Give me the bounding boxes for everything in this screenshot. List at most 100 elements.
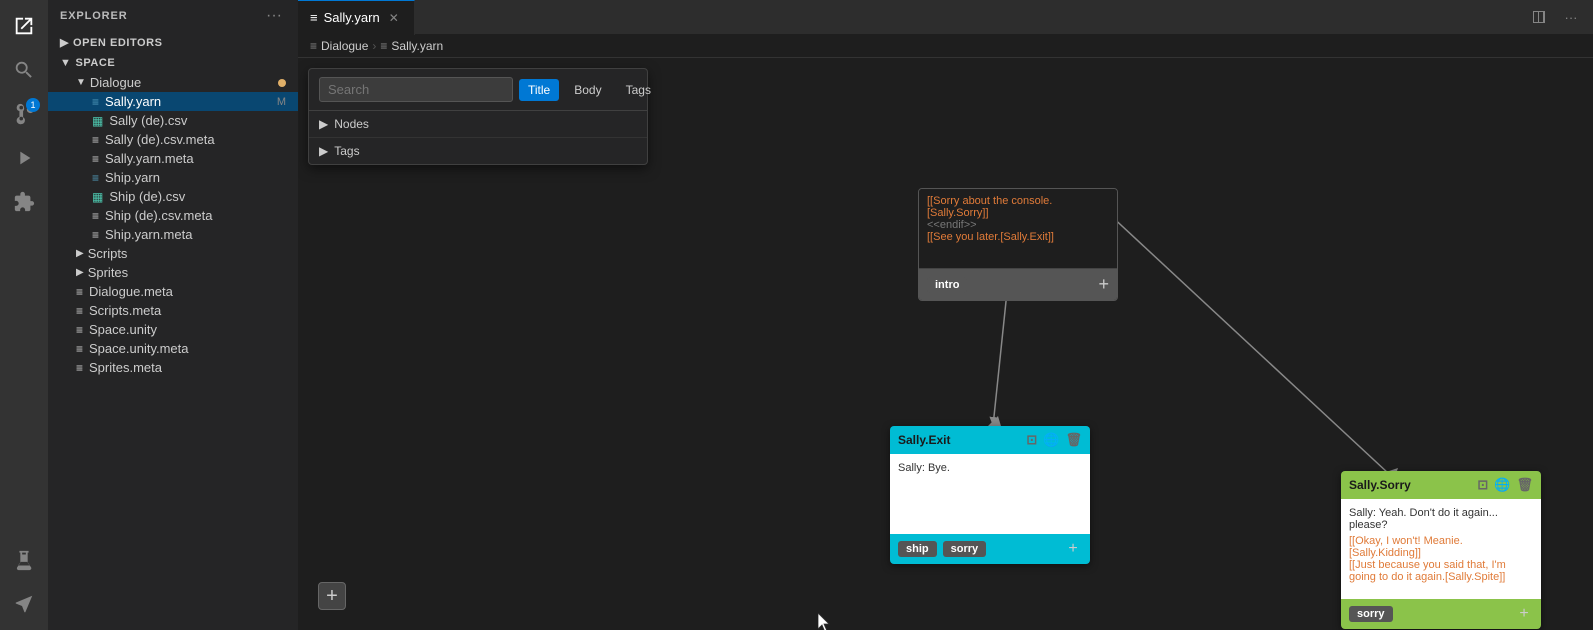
sidebar-more-button[interactable]: ··· xyxy=(262,8,286,24)
search-input[interactable] xyxy=(319,77,513,102)
sally-exit-line-1: Sally: Bye. xyxy=(898,462,1082,474)
tree-item-sally-yarn[interactable]: ≡ Sally.yarn M xyxy=(48,92,298,111)
tab-actions: ··· xyxy=(1525,3,1593,31)
sally-exit-body: Sally: Bye. xyxy=(890,454,1090,534)
sally-sorry-body: Sally: Yeah. Don't do it again... please… xyxy=(1341,499,1541,599)
node-intro: [[Sorry about the console.[Sally.Sorry]]… xyxy=(918,188,1118,301)
source-icon[interactable] xyxy=(6,586,42,622)
nodes-label: Nodes xyxy=(334,117,369,131)
sally-sorry-header: Sally.Sorry ⊡ 🌐 🗑 xyxy=(1341,471,1541,499)
intro-add-btn[interactable]: + xyxy=(1098,274,1109,295)
breadcrumb: ≡ Dialogue › ≡ Sally.yarn xyxy=(298,35,1593,58)
tree-item-ship-yarn-meta[interactable]: ≡ Ship.yarn.meta xyxy=(48,225,298,244)
activity-bar: 1 xyxy=(0,0,48,630)
space-arrow: ▼ xyxy=(60,57,71,69)
search-section-tags[interactable]: ▶ Tags xyxy=(309,138,647,164)
sally-exit-title: Sally.Exit xyxy=(898,433,1026,447)
sorry-line-1: Sally: Yeah. Don't do it again... please… xyxy=(1349,507,1533,531)
space-label: SPACE xyxy=(75,57,115,69)
tree-item-sally-de-csv[interactable]: ▦ Sally (de).csv xyxy=(48,111,298,130)
filter-title-button[interactable]: Title xyxy=(519,79,559,101)
tree-item-dialogue[interactable]: ▼ Dialogue xyxy=(48,73,298,92)
sally-sorry-footer: sorry + xyxy=(1341,599,1541,629)
tab-icon: ≡ xyxy=(310,10,318,25)
sidebar-header: EXPLORER ··· xyxy=(48,0,298,32)
tree-item-scripts[interactable]: ▶ Scripts xyxy=(48,244,298,263)
tree-item-ship-yarn[interactable]: ≡ Ship.yarn xyxy=(48,168,298,187)
explorer-icon[interactable] xyxy=(6,8,42,44)
intro-line-2: [[See you later.[Sally.Exit]] xyxy=(927,231,1109,243)
breadcrumb-file-icon: ≡ xyxy=(380,39,387,53)
space-section[interactable]: ▼ SPACE xyxy=(48,53,298,73)
more-actions-button[interactable]: ··· xyxy=(1557,3,1585,31)
tab-sally-yarn[interactable]: ≡ Sally.yarn ✕ xyxy=(298,0,415,35)
tag-sorry-exit[interactable]: sorry xyxy=(943,541,987,557)
extensions-icon[interactable] xyxy=(6,184,42,220)
open-editors-arrow: ▶ xyxy=(60,36,69,49)
node-sally-sorry: Sally.Sorry ⊡ 🌐 🗑 Sally: Yeah. Don't do … xyxy=(1341,471,1541,629)
filter-body-button[interactable]: Body xyxy=(565,79,610,101)
source-control-badge: 1 xyxy=(26,98,40,112)
breadcrumb-sep-1: › xyxy=(372,39,376,53)
sidebar: EXPLORER ··· ▶ OPEN EDITORS ▼ SPACE ▼ Di… xyxy=(48,0,298,630)
tree-item-ship-de-csv-meta[interactable]: ≡ Ship (de).csv.meta xyxy=(48,206,298,225)
tree-item-sally-de-csv-meta[interactable]: ≡ Sally (de).csv.meta xyxy=(48,130,298,149)
tag-sorry[interactable]: sorry xyxy=(1349,606,1393,622)
search-section-nodes[interactable]: ▶ Nodes xyxy=(309,111,647,138)
canvas-area[interactable]: Title Body Tags ▶ Nodes ▶ Tags [[Sorry a… xyxy=(298,58,1593,630)
breadcrumb-dialogue[interactable]: Dialogue xyxy=(321,39,368,53)
node-sally-exit: Sally.Exit ⊡ 🌐 🗑 Sally: Bye. ship sorry … xyxy=(890,426,1090,564)
tree-item-dialogue-meta[interactable]: ≡ Dialogue.meta xyxy=(48,282,298,301)
filter-tags-button[interactable]: Tags xyxy=(617,79,660,101)
activity-bottom xyxy=(6,542,42,630)
tab-label: Sally.yarn xyxy=(324,10,380,25)
tree-item-space-unity[interactable]: ≡ Space.unity xyxy=(48,320,298,339)
sally-exit-globe-icon[interactable]: 🌐 xyxy=(1043,432,1059,448)
open-editors-label: OPEN EDITORS xyxy=(73,37,163,49)
breadcrumb-sally-yarn[interactable]: Sally.yarn xyxy=(391,39,443,53)
cursor xyxy=(818,613,830,630)
tree-item-sprites[interactable]: ▶ Sprites xyxy=(48,263,298,282)
flask-icon[interactable] xyxy=(6,542,42,578)
sally-exit-add-btn[interactable]: + xyxy=(1064,540,1082,558)
tree-item-space-unity-meta[interactable]: ≡ Space.unity.meta xyxy=(48,339,298,358)
tree-item-ship-de-csv[interactable]: ▦ Ship (de).csv xyxy=(48,187,298,206)
sally-sorry-edit-icon[interactable]: ⊡ xyxy=(1477,477,1488,493)
tab-bar: ≡ Sally.yarn ✕ ··· xyxy=(298,0,1593,35)
intro-endif: <<endif>> xyxy=(927,219,1109,231)
tags-label: Tags xyxy=(334,144,359,158)
breadcrumb-icon: ≡ xyxy=(310,39,317,53)
tree-item-scripts-meta[interactable]: ≡ Scripts.meta xyxy=(48,301,298,320)
sally-sorry-title: Sally.Sorry xyxy=(1349,478,1477,492)
sally-sorry-add-btn[interactable]: + xyxy=(1515,605,1533,623)
open-editors-section[interactable]: ▶ OPEN EDITORS xyxy=(48,32,298,53)
sally-sorry-delete-icon[interactable]: 🗑 xyxy=(1516,477,1533,493)
tab-close-button[interactable]: ✕ xyxy=(386,10,402,26)
run-icon[interactable] xyxy=(6,140,42,176)
search-panel: Title Body Tags ▶ Nodes ▶ Tags xyxy=(308,68,648,165)
source-control-icon[interactable]: 1 xyxy=(6,96,42,132)
sally-sorry-actions: ⊡ 🌐 🗑 xyxy=(1477,477,1533,493)
tree-item-sally-yarn-meta[interactable]: ≡ Sally.yarn.meta xyxy=(48,149,298,168)
sally-exit-footer: ship sorry + xyxy=(890,534,1090,564)
dialogue-modified-dot xyxy=(278,79,286,87)
search-activity-icon[interactable] xyxy=(6,52,42,88)
sorry-line-2: [[Okay, I won't! Meanie.[Sally.Kidding]] xyxy=(1349,535,1533,559)
nodes-arrow: ▶ xyxy=(319,117,328,131)
sally-exit-edit-icon[interactable]: ⊡ xyxy=(1026,432,1037,448)
sally-exit-actions: ⊡ 🌐 🗑 xyxy=(1026,432,1082,448)
tag-ship[interactable]: ship xyxy=(898,541,937,557)
add-node-button[interactable]: + xyxy=(318,582,346,610)
sally-exit-header: Sally.Exit ⊡ 🌐 🗑 xyxy=(890,426,1090,454)
search-panel-header: Title Body Tags xyxy=(309,69,647,111)
tree-item-sprites-meta[interactable]: ≡ Sprites.meta xyxy=(48,358,298,377)
intro-line-1: [[Sorry about the console.[Sally.Sorry]] xyxy=(927,195,1109,219)
main-area: ≡ Sally.yarn ✕ ··· ≡ Dialogue › ≡ Sally.… xyxy=(298,0,1593,630)
tag-intro[interactable]: intro xyxy=(927,277,967,293)
sally-exit-delete-icon[interactable]: 🗑 xyxy=(1065,432,1082,448)
sorry-line-3: [[Just because you said that, I'm going … xyxy=(1349,559,1533,583)
sally-sorry-globe-icon[interactable]: 🌐 xyxy=(1494,477,1510,493)
split-editor-button[interactable] xyxy=(1525,3,1553,31)
intro-footer: intro + xyxy=(919,269,1117,300)
sidebar-title: EXPLORER xyxy=(60,10,128,22)
